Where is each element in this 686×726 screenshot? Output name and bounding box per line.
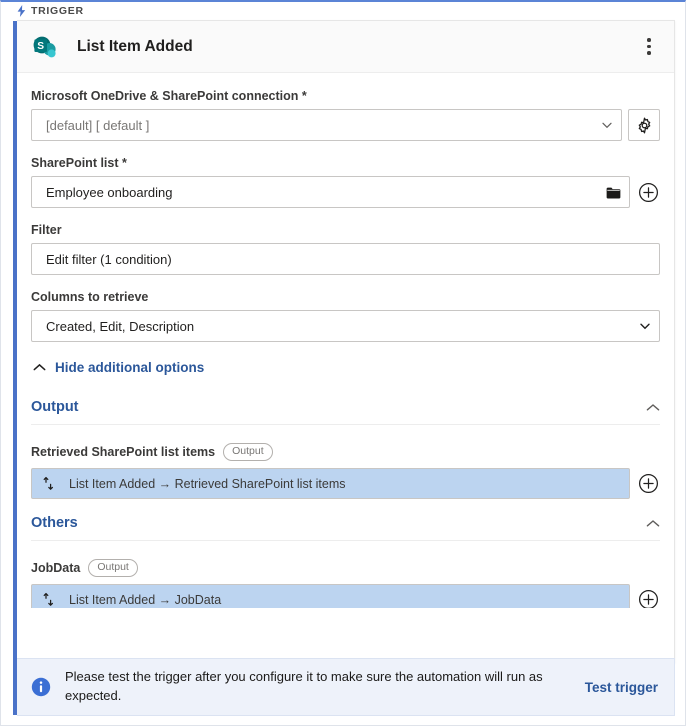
updown-arrows-icon [43,477,54,490]
section-header-output[interactable]: Output [31,399,660,425]
connection-label: Microsoft OneDrive & SharePoint connecti… [31,89,307,103]
plus-circle-icon [638,474,658,494]
columns-label: Columns to retrieve [31,290,149,304]
banner-message: Please test the trigger after you config… [65,669,543,703]
chevron-down-icon [640,323,650,330]
jobdata-variable-text: List Item Added → JobData [69,592,222,607]
card-accent-bar [13,21,17,662]
jobdata-add-button[interactable] [636,588,660,608]
trigger-strip: TRIGGER [1,2,685,20]
output-variable-text: List Item Added → Retrieved SharePoint l… [69,476,346,491]
hide-additional-options-label: Hide additional options [55,360,205,375]
test-trigger-banner: Please test the trigger after you config… [13,658,675,716]
section-title-others: Others [31,515,78,532]
columns-value: Created, Edit, Description [46,318,195,334]
bolt-icon [17,5,26,17]
output-badge: Output [223,443,273,462]
trigger-configuration-panel: TRIGGER S List Item Added Microsoft OneD… [0,0,686,726]
sharepoint-list-add-button[interactable] [636,180,660,204]
kebab-menu-icon[interactable] [638,34,660,60]
hide-additional-options-toggle[interactable]: Hide additional options [33,360,660,375]
folder-icon[interactable] [606,186,621,199]
sharepoint-list-label: SharePoint list * [31,156,127,170]
filter-value: Edit filter (1 condition) [46,251,172,267]
connection-select[interactable]: [default] [ default ] [31,109,622,141]
filter-label: Filter [31,223,62,237]
card-header: S List Item Added [17,21,674,73]
card-body: Microsoft OneDrive & SharePoint connecti… [17,73,674,608]
output-add-button[interactable] [636,472,660,496]
svg-text:S: S [37,41,44,52]
sharepoint-list-input[interactable]: Employee onboarding [31,176,630,208]
sharepoint-icon: S [33,36,56,57]
footer-accent-bar [13,659,17,715]
connection-value: [default] [ default ] [46,117,150,133]
output-row-jobdata: JobData Output List Item Added → JobData [31,559,660,608]
plus-circle-icon [638,182,658,202]
output-row-retrieved-items: Retrieved SharePoint list items Output L… [31,443,660,500]
chevron-up-icon [646,519,660,527]
updown-arrows-icon [43,593,54,607]
field-sharepoint-list: SharePoint list * Employee onboarding [31,156,660,208]
output-label: Retrieved SharePoint list items [31,445,216,460]
jobdata-variable-chip[interactable]: List Item Added → JobData [31,584,630,608]
output-variable-chip[interactable]: List Item Added → Retrieved SharePoint l… [31,468,630,500]
columns-select[interactable]: Created, Edit, Description [31,310,660,342]
field-filter: Filter Edit filter (1 condition) [31,223,660,275]
section-header-others[interactable]: Others [31,515,660,542]
chevron-down-icon [602,122,612,129]
field-connection: Microsoft OneDrive & SharePoint connecti… [31,89,660,141]
jobdata-badge: Output [88,559,138,578]
section-title-output: Output [31,399,79,415]
trigger-card: S List Item Added Microsoft OneDrive & S… [13,20,675,663]
sharepoint-list-value: Employee onboarding [46,184,173,200]
plus-circle-icon [638,590,658,608]
field-columns: Columns to retrieve Created, Edit, Descr… [31,290,660,342]
chevron-up-icon [646,403,660,410]
filter-input[interactable]: Edit filter (1 condition) [31,243,660,275]
jobdata-label: JobData [31,561,81,576]
connection-settings-button[interactable] [628,109,660,141]
test-trigger-link[interactable]: Test trigger [585,680,658,695]
card-title: List Item Added [77,37,193,55]
gear-icon [638,117,650,133]
chevron-up-icon [33,363,46,371]
trigger-strip-label: TRIGGER [31,5,84,17]
info-icon [31,677,51,697]
